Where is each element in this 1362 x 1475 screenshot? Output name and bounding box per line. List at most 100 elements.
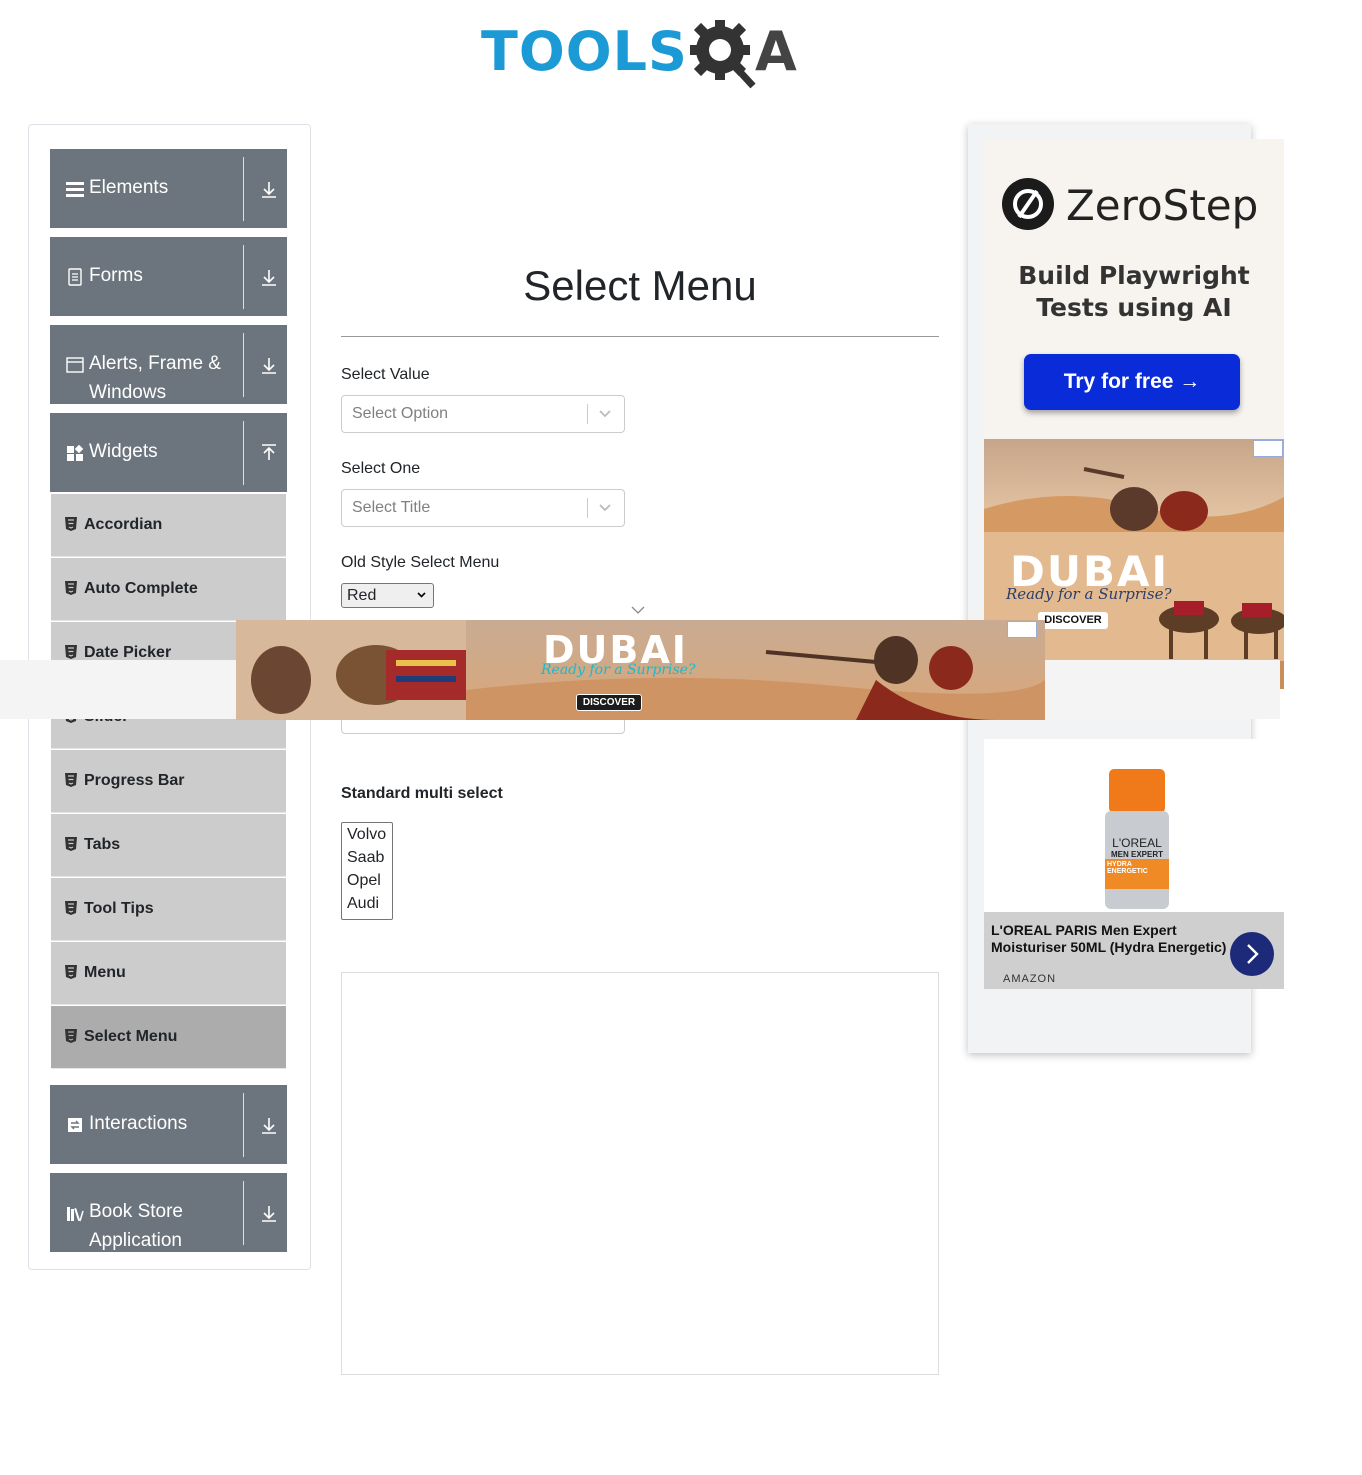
download-arrow-icon (262, 1118, 276, 1134)
dubai-tagline: Ready for a Surprise? (1006, 585, 1172, 603)
nav-group-label: Forms (89, 265, 143, 286)
sidebar-item-accordian[interactable]: Accordian (51, 494, 286, 557)
old-style-value: Red (347, 587, 377, 604)
adchoices-icon[interactable] (1253, 440, 1283, 457)
multi-option-saab[interactable]: Saab (342, 846, 392, 869)
sidebar-item-tabs[interactable]: Tabs (51, 814, 286, 877)
html5-icon (65, 901, 77, 915)
html5-icon (65, 581, 77, 595)
title-divider (341, 336, 939, 337)
page-title: Select Menu (523, 262, 757, 309)
multi-option-volvo[interactable]: Volvo (342, 823, 392, 846)
sidebar-item-label: Tool Tips (84, 900, 154, 917)
sidebar-item-label: Tabs (84, 836, 121, 853)
zerostep-logo-icon (1002, 178, 1054, 230)
books-icon (67, 1207, 84, 1222)
divider (243, 157, 244, 221)
indicator-separator (587, 404, 588, 424)
try-for-free-button[interactable]: Try for free → (1024, 354, 1240, 410)
sidebar-item-tool-tips[interactable]: Tool Tips (51, 878, 286, 941)
divider (243, 421, 244, 485)
indicator-separator (587, 498, 588, 518)
sidebar-item-label: Accordian (84, 516, 163, 533)
select-one-placeholder: Select Title (352, 499, 431, 516)
sidebar-item-label: Progress Bar (84, 772, 185, 789)
nav-group-widgets[interactable]: Widgets (50, 413, 287, 492)
html5-icon (65, 645, 77, 659)
logo-letter: A (755, 20, 797, 83)
chevron-down-icon (599, 410, 611, 418)
multi-option-opel[interactable]: Opel (342, 869, 392, 892)
sidebar-item-auto-complete[interactable]: Auto Complete (51, 558, 286, 621)
loreal-caption-band: L'OREAL PARIS Men Expert Moisturiser 50M… (984, 912, 1284, 989)
interactions-icon (68, 1118, 82, 1132)
sidebar-item-label: Auto Complete (84, 580, 198, 597)
window-icon (66, 357, 84, 373)
html5-icon (65, 773, 77, 787)
dubai-discover-button[interactable]: DISCOVER (1038, 612, 1108, 629)
chevron-right-icon (1247, 944, 1259, 964)
logo-text: TOOLS (481, 20, 688, 83)
banner-discover-button[interactable]: DISCOVER (576, 694, 642, 711)
pack-line: MEN EXPERT (1110, 850, 1163, 859)
pack-brand: L'OREAL (1112, 836, 1162, 850)
toolsqa-logo[interactable]: TOOLS A (481, 14, 803, 92)
standard-multi-select[interactable]: Volvo Saab Opel Audi (341, 822, 393, 920)
html5-icon (65, 837, 77, 851)
html5-icon (65, 1029, 77, 1043)
nav-group-label: Widgets (89, 441, 158, 462)
divider (243, 245, 244, 309)
widgets-icon (67, 444, 84, 461)
loreal-seller: AMAZON (1003, 973, 1057, 985)
sidebar-item-label: Select Menu (84, 1028, 178, 1045)
standard-multi-label: Standard multi select (341, 785, 503, 802)
adchoices-icon[interactable] (1007, 621, 1037, 638)
select-value-dropdown[interactable]: Select Option (341, 395, 625, 433)
form-icon (68, 268, 82, 286)
pack-variant: HYDRA ENERGETIC (1107, 861, 1148, 875)
download-arrow-icon (262, 182, 276, 198)
zerostep-line2: Tests using AI (1036, 293, 1232, 322)
chevron-down-icon (599, 504, 611, 512)
nav-group-book-store[interactable]: Book Store Application (50, 1173, 287, 1252)
next-arrow-button[interactable] (1230, 932, 1274, 976)
sidebar-item-label: Menu (84, 964, 126, 981)
sidebar-item-menu[interactable]: Menu (51, 942, 286, 1005)
hamburger-icon (66, 182, 84, 197)
download-arrow-icon (262, 1206, 276, 1222)
ad-strip-right (1045, 660, 1280, 719)
nav-group-elements[interactable]: Elements (50, 149, 287, 228)
zerostep-line1: Build Playwright (1018, 261, 1250, 290)
gear-magnifier-icon (690, 20, 756, 89)
divider (243, 1181, 244, 1245)
old-style-select[interactable]: Red (341, 583, 434, 608)
divider (243, 333, 244, 397)
loreal-product-name[interactable]: L'OREAL PARIS Men Expert Moisturiser 50M… (991, 922, 1231, 956)
select-value-label: Select Value (341, 366, 430, 383)
ad-placeholder-box (341, 972, 939, 1375)
select-one-label: Select One (341, 460, 421, 477)
sidebar-item-select-menu[interactable]: Select Menu (51, 1006, 286, 1069)
nav-group-label: Elements (89, 177, 169, 198)
nav-group-forms[interactable]: Forms (50, 237, 287, 316)
chevron-down-icon (417, 592, 426, 598)
nav-group-alerts[interactable]: Alerts, Frame & Windows (50, 325, 287, 404)
dubai-banner-ad[interactable]: DUBAI Ready for a Surprise? DISCOVER (236, 620, 1045, 720)
ad-strip-left (0, 660, 236, 719)
html5-icon (65, 517, 77, 531)
sidebar-item-progress-bar[interactable]: Progress Bar (51, 750, 286, 813)
upload-arrow-icon (262, 444, 276, 460)
html5-icon (65, 965, 77, 979)
multi-option-audi[interactable]: Audi (342, 892, 392, 915)
old-style-label: Old Style Select Menu (341, 554, 500, 571)
loreal-ad[interactable]: L'OREAL MEN EXPERT HYDRA ENERGETIC L'ORE… (984, 739, 1284, 989)
select-one-dropdown[interactable]: Select Title (341, 489, 625, 527)
nav-group-interactions[interactable]: Interactions (50, 1085, 287, 1164)
divider (243, 1093, 244, 1157)
nav-group-label: Interactions (89, 1113, 188, 1134)
nav-group-label: Book Store Application (89, 1201, 183, 1251)
zerostep-ad[interactable]: ZeroStep Build Playwright Tests using AI… (984, 139, 1284, 439)
banner-dubai-tagline: Ready for a Surprise? (541, 662, 696, 678)
select-value-placeholder: Select Option (352, 405, 449, 422)
chevron-down-icon (631, 606, 645, 614)
